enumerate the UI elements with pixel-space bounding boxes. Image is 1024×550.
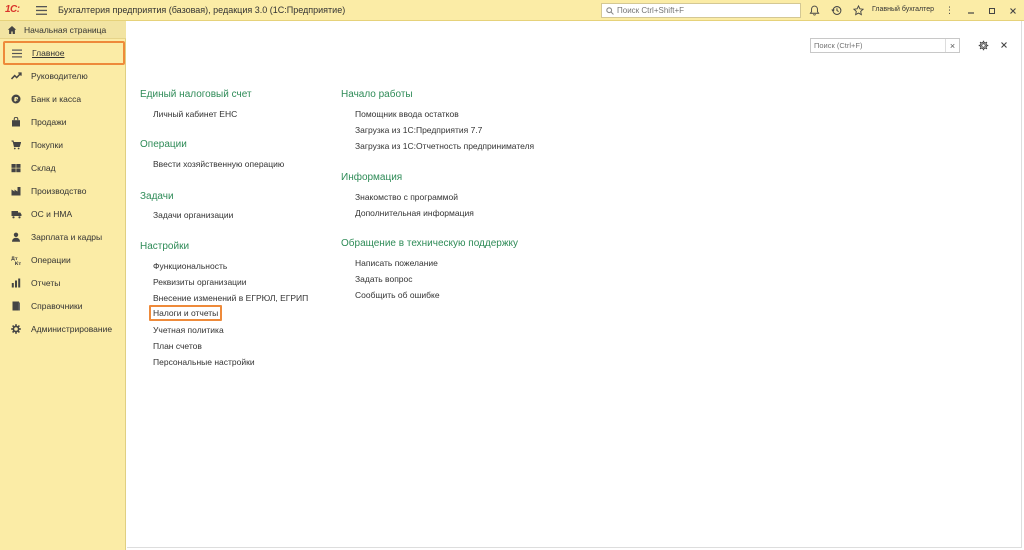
star-icon[interactable]	[851, 3, 866, 18]
page-search[interactable]: ×	[810, 38, 960, 53]
link-import-entrepreneur[interactable]: Загрузка из 1С:Отчетность предпринимател…	[355, 141, 534, 151]
section-title-operations: Операции	[140, 139, 187, 150]
link-intro[interactable]: Знакомство с программой	[355, 192, 458, 202]
title-bar: 1С: Бухгалтерия предприятия (базовая), р…	[0, 0, 1024, 21]
sidebar-home-label: Начальная страница	[24, 24, 107, 35]
trend-icon	[10, 70, 22, 82]
sidebar-item-label: Операции	[31, 255, 71, 265]
link-functionality[interactable]: Функциональность	[153, 261, 227, 271]
sidebar-item-warehouse[interactable]: Склад	[0, 158, 126, 178]
maximize-icon[interactable]	[984, 3, 999, 18]
section-title-support: Обращение в техническую поддержку	[341, 238, 519, 249]
link-import-77[interactable]: Загрузка из 1С:Предприятия 7.7	[355, 125, 482, 135]
username[interactable]: Главный бухгалтер	[872, 6, 934, 13]
sidebar-item-reports[interactable]: Отчеты	[0, 273, 126, 293]
link-chart-of-accounts[interactable]: План счетов	[153, 341, 202, 351]
sidebar-item-label: Производство	[31, 186, 87, 196]
sidebar-item-bank[interactable]: ₽ Банк и касса	[0, 89, 126, 109]
sidebar-item-label: Зарплата и кадры	[31, 232, 103, 242]
link-write-wish[interactable]: Написать пожелание	[355, 258, 438, 268]
link-egrul-changes[interactable]: Внесение изменений в ЕГРЮЛ, ЕГРИП	[153, 293, 308, 303]
cart-icon	[10, 139, 22, 151]
global-search-input[interactable]	[617, 6, 797, 15]
link-additional-info[interactable]: Дополнительная информация	[355, 208, 474, 218]
more-icon[interactable]: ⋮	[942, 3, 957, 18]
app-logo: 1С:	[5, 4, 20, 15]
sidebar-item-label: Администрирование	[31, 324, 113, 334]
global-search[interactable]	[601, 3, 801, 18]
sidebar-item-operations[interactable]: Дт Кт Операции	[0, 250, 126, 270]
main-menu-icon[interactable]	[34, 4, 48, 17]
sidebar: Начальная страница Главное Руководителю …	[0, 21, 126, 550]
svg-text:₽: ₽	[14, 95, 19, 103]
sidebar-item-home[interactable]: Начальная страница	[0, 21, 126, 39]
sidebar-item-label: Покупки	[31, 140, 63, 150]
operations-icon: Дт Кт	[10, 254, 22, 266]
svg-text:Кт: Кт	[15, 261, 21, 265]
search-icon	[606, 6, 614, 15]
section-title-info: Информация	[341, 172, 403, 183]
bag-icon	[10, 116, 22, 128]
main-panel: × Единый налоговый счет Личный кабинет Е…	[127, 21, 1022, 548]
link-personal-settings[interactable]: Персональные настройки	[153, 357, 255, 367]
gear-icon	[10, 323, 22, 335]
settings-gear-icon[interactable]	[976, 38, 990, 52]
sidebar-item-main[interactable]: Главное	[3, 41, 125, 65]
link-report-error[interactable]: Сообщить об ошибке	[355, 290, 440, 300]
sidebar-item-label: Банк и касса	[31, 94, 82, 104]
book-icon	[10, 300, 22, 312]
close-window-icon[interactable]	[1005, 3, 1020, 18]
section-title-tasks: Задачи	[140, 191, 174, 202]
truck-icon	[10, 208, 22, 220]
sidebar-item-label: Склад	[31, 163, 56, 173]
bell-icon[interactable]	[807, 3, 822, 18]
cash-icon: ₽	[10, 93, 22, 105]
app-title: Бухгалтерия предприятия (базовая), редак…	[58, 5, 346, 15]
sidebar-item-assets[interactable]: ОС и НМА	[0, 204, 126, 224]
history-icon[interactable]	[829, 3, 844, 18]
close-page-icon[interactable]	[998, 39, 1010, 51]
page-search-input[interactable]	[811, 41, 941, 50]
sidebar-item-salary[interactable]: Зарплата и кадры	[0, 227, 126, 247]
menu-icon	[11, 47, 23, 59]
link-ask-question[interactable]: Задать вопрос	[355, 274, 413, 284]
link-org-tasks[interactable]: Задачи организации	[153, 210, 233, 220]
sidebar-item-manager[interactable]: Руководителю	[0, 66, 126, 86]
minimize-icon[interactable]	[963, 3, 978, 18]
sidebar-item-label: Руководителю	[31, 71, 88, 81]
link-org-details[interactable]: Реквизиты организации	[153, 277, 247, 287]
person-icon	[10, 231, 22, 243]
report-icon	[10, 277, 22, 289]
factory-icon	[10, 185, 22, 197]
link-enter-operation[interactable]: Ввести хозяйственную операцию	[153, 159, 284, 169]
link-ens-cabinet[interactable]: Личный кабинет ЕНС	[153, 109, 237, 119]
sidebar-item-label: Продажи	[31, 117, 67, 127]
sidebar-item-production[interactable]: Производство	[0, 181, 126, 201]
link-accounting-policy[interactable]: Учетная политика	[153, 325, 224, 335]
sidebar-item-purchases[interactable]: Покупки	[0, 135, 126, 155]
section-title-ens: Единый налоговый счет	[140, 89, 252, 100]
clear-search-icon[interactable]: ×	[945, 39, 959, 52]
sidebar-item-sales[interactable]: Продажи	[0, 112, 126, 132]
sidebar-item-label: ОС и НМА	[31, 209, 73, 219]
sidebar-item-label: Главное	[32, 48, 65, 58]
sidebar-item-label: Отчеты	[31, 278, 61, 288]
sidebar-item-admin[interactable]: Администрирование	[0, 319, 126, 339]
home-icon	[7, 25, 17, 34]
sidebar-item-directories[interactable]: Справочники	[0, 296, 126, 316]
section-title-settings: Настройки	[140, 241, 190, 252]
sidebar-item-label: Справочники	[31, 301, 83, 311]
link-balance-wizard[interactable]: Помощник ввода остатков	[355, 109, 459, 119]
link-taxes-reports[interactable]: Налоги и отчеты	[149, 305, 223, 321]
section-title-getting-started: Начало работы	[341, 89, 413, 100]
warehouse-icon	[10, 162, 22, 174]
